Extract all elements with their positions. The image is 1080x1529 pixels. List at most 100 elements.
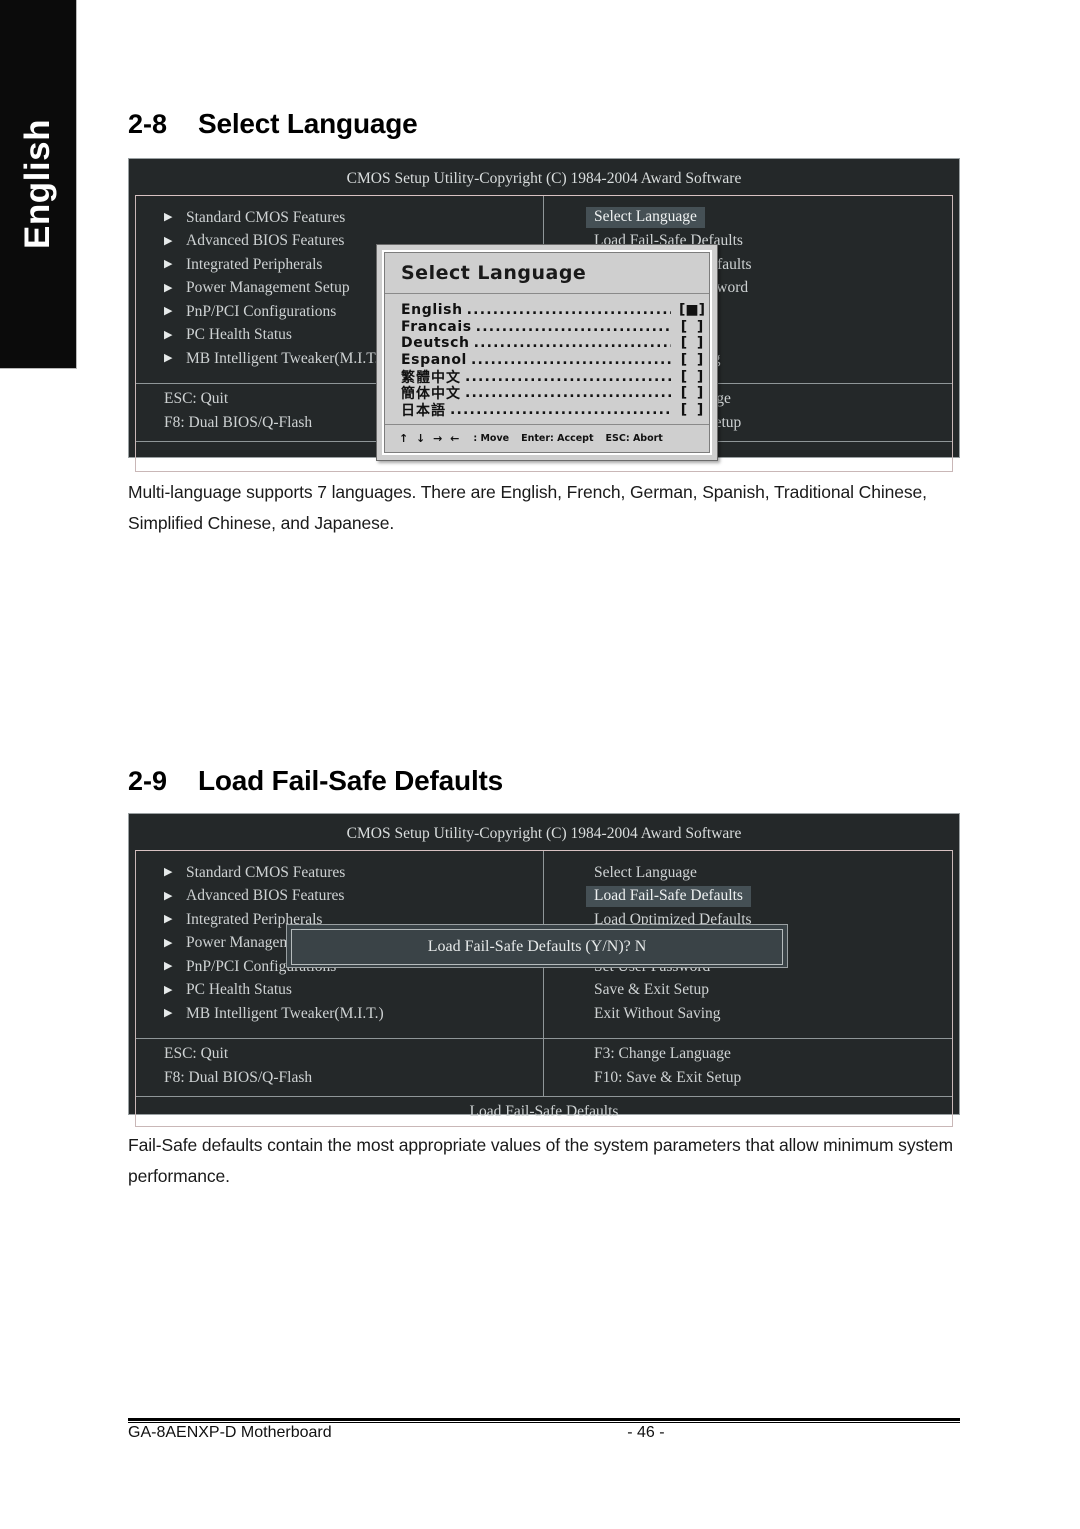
language-checkbox[interactable]: [ ]: [675, 402, 709, 418]
menu-item-label: MB Intelligent Tweaker(M.I.T.): [186, 1004, 384, 1022]
bios-status-bar: Load Fail-Safe Defaults: [136, 1095, 952, 1126]
language-option-deutsch[interactable]: Deutsch ................................…: [401, 335, 709, 352]
menu-item-label: Advanced BIOS Features: [186, 232, 345, 250]
menu-item[interactable]: ▶ MB Intelligent Tweaker(M.I.T.): [136, 1002, 543, 1026]
triangle-right-icon: ▶: [164, 234, 173, 247]
triangle-right-icon: ▶: [164, 889, 173, 902]
menu-item[interactable]: ▶ Advanced BIOS Features: [136, 885, 543, 909]
dot-leader: ........................................: [470, 353, 671, 368]
section-title: Load Fail-Safe Defaults: [198, 765, 504, 796]
bios-screen-load-fail-safe: CMOS Setup Utility-Copyright (C) 1984-20…: [128, 813, 960, 1127]
bios-title-bar: CMOS Setup Utility-Copyright (C) 1984-20…: [346, 170, 742, 187]
triangle-right-icon: ▶: [164, 960, 173, 973]
section-caption-2-8: Multi-language supports 7 languages. The…: [128, 482, 927, 533]
checkbox-mark: ■: [685, 302, 699, 319]
language-label: 日本語: [401, 402, 446, 419]
footer-product: GA-8AENXP-D Motherboard: [128, 1424, 332, 1441]
key-hint: ESC: Quit: [164, 1045, 229, 1063]
language-checkbox[interactable]: [ ]: [675, 352, 709, 368]
language-label: Francais: [401, 318, 472, 335]
key-hint: F8: Dual BIOS/Q-Flash: [164, 1068, 313, 1086]
triangle-right-icon: ▶: [164, 983, 173, 996]
language-label: Espanol: [401, 352, 467, 369]
menu-item-label: PC Health Status: [186, 981, 292, 999]
bios-title-bar: CMOS Setup Utility-Copyright (C) 1984-20…: [346, 825, 742, 842]
esc-label: ESC: Abort: [605, 433, 663, 445]
menu-item-label: Exit Without Saving: [594, 1004, 721, 1022]
language-checkbox[interactable]: [ ]: [675, 385, 709, 401]
menu-item-label: Select Language: [586, 207, 705, 229]
dialog-heading: Select Language: [385, 253, 709, 294]
dot-leader: ........................................: [475, 319, 671, 334]
menu-item-label: Integrated Peripherals: [186, 255, 323, 273]
dialog-key-legend: ↑ ↓ → ← : Move Enter: Accept ESC: Abort: [385, 425, 709, 452]
select-language-dialog[interactable]: Select Language English ................…: [376, 244, 718, 462]
load-fail-safe-confirm-dialog[interactable]: Load Fail-Safe Defaults (Y/N)? N: [286, 924, 788, 968]
triangle-right-icon: ▶: [164, 305, 173, 318]
menu-item-label: Standard CMOS Features: [186, 208, 346, 226]
triangle-right-icon: ▶: [164, 328, 173, 341]
language-label: English: [401, 302, 463, 319]
triangle-right-icon: ▶: [164, 258, 173, 271]
menu-item-load-fail-safe[interactable]: Load Fail-Safe Defaults: [544, 885, 952, 909]
dot-leader: ........................................: [465, 386, 671, 401]
menu-item-label: Advanced BIOS Features: [186, 887, 345, 905]
menu-item-label: Save & Exit Setup: [594, 981, 709, 999]
menu-item-label: PC Health Status: [186, 326, 292, 344]
menu-item[interactable]: Select Language: [544, 861, 952, 885]
bios-key-hints: ESC: Quit F8: Dual BIOS/Q-Flash F3: Chan…: [136, 1037, 952, 1096]
key-hint: F3: Change Language: [594, 1045, 731, 1063]
menu-item[interactable]: ▶ Standard CMOS Features: [136, 861, 543, 885]
confirm-message: Load Fail-Safe Defaults (Y/N)? N: [291, 929, 783, 965]
bios-key-hints-left: ESC: Quit F8: Dual BIOS/Q-Flash: [136, 1038, 544, 1096]
section-number: 2-8: [128, 109, 168, 139]
section-title: Select Language: [198, 108, 418, 139]
section-caption-2-9: Fail-Safe defaults contain the most appr…: [128, 1135, 954, 1186]
section-number: 2-9: [128, 766, 168, 796]
menu-item-label: Power Management Setup: [186, 279, 350, 297]
bios-key-hints-right: F3: Change Language F10: Save & Exit Set…: [544, 1039, 952, 1096]
menu-item-label: Load Fail-Safe Defaults: [586, 885, 751, 907]
language-label: Deutsch: [401, 335, 470, 352]
key-hint: F10: Save & Exit Setup: [594, 1068, 742, 1086]
page-footer: GA-8AENXP-D Motherboard - 46 -: [128, 1424, 960, 1442]
menu-item[interactable]: ▶ PC Health Status: [136, 979, 543, 1003]
triangle-right-icon: ▶: [164, 866, 173, 879]
dialog-inner-border-2: Select Language English ................…: [384, 252, 710, 454]
dialog-inner-border: Select Language English ................…: [382, 250, 712, 456]
language-option-francais[interactable]: Francais ...............................…: [401, 319, 709, 336]
language-option-japanese[interactable]: 日本語 ....................................…: [401, 402, 709, 419]
section-heading-2-8: 2-8 Select Language: [128, 108, 960, 140]
triangle-right-icon: ▶: [164, 281, 173, 294]
language-checkbox[interactable]: [ ]: [675, 319, 709, 335]
menu-item-select-language[interactable]: Select Language: [544, 206, 952, 230]
menu-item-label: PnP/PCI Configurations: [186, 302, 337, 320]
triangle-right-icon: ▶: [164, 913, 173, 926]
language-side-tab: English: [0, 0, 77, 369]
menu-item[interactable]: Exit Without Saving: [544, 1002, 952, 1026]
menu-item-label: Select Language: [594, 863, 697, 881]
dot-leader: ........................................: [473, 336, 671, 351]
menu-item[interactable]: Save & Exit Setup: [544, 979, 952, 1003]
section-heading-2-9: 2-9 Load Fail-Safe Defaults: [128, 765, 960, 797]
move-label: : Move: [473, 433, 510, 445]
language-checkbox[interactable]: [ ]: [675, 335, 709, 351]
language-option-english[interactable]: English ................................…: [401, 302, 709, 319]
menu-item-label: Standard CMOS Features: [186, 863, 346, 881]
triangle-right-icon: ▶: [164, 211, 173, 224]
bios-body: ▶ Standard CMOS Features ▶ Advanced BIOS…: [135, 850, 953, 1127]
footer-divider: [128, 1418, 960, 1423]
language-checkbox[interactable]: [■]: [675, 302, 709, 318]
triangle-right-icon: ▶: [164, 1007, 173, 1020]
enter-label: Enter: Accept: [521, 433, 594, 445]
arrow-keys-icon: ↑ ↓ → ←: [399, 432, 462, 446]
menu-item[interactable]: ▶ Standard CMOS Features: [136, 206, 543, 230]
triangle-right-icon: ▶: [164, 936, 173, 949]
language-option-simplified-chinese[interactable]: 簡体中文 ...................................…: [401, 385, 709, 402]
triangle-right-icon: ▶: [164, 352, 173, 365]
dot-leader: ........................................: [466, 303, 671, 318]
bios-screen-select-language: CMOS Setup Utility-Copyright (C) 1984-20…: [128, 158, 960, 472]
language-checkbox[interactable]: [ ]: [675, 369, 709, 385]
language-options-list: English ................................…: [385, 294, 709, 426]
dot-leader: ........................................: [450, 402, 671, 417]
